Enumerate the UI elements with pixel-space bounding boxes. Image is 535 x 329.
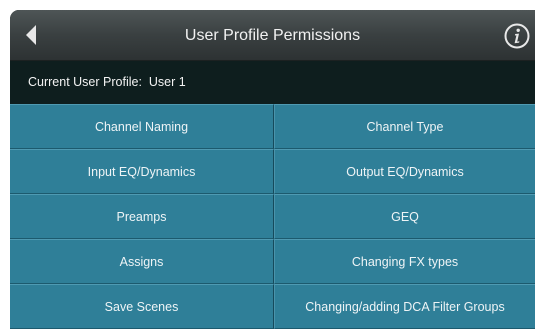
permission-geq-button[interactable]: GEQ bbox=[274, 194, 535, 239]
permissions-grid: Channel Naming Channel Type Input EQ/Dyn… bbox=[10, 104, 535, 329]
permission-save-scenes-button[interactable]: Save Scenes bbox=[10, 284, 274, 329]
permissions-panel: User Profile Permissions Current User Pr… bbox=[10, 10, 535, 329]
page-title: User Profile Permissions bbox=[184, 27, 361, 44]
permission-channel-naming-button[interactable]: Channel Naming bbox=[10, 104, 274, 149]
current-profile-label: Current User Profile: User 1 bbox=[28, 75, 186, 89]
header-bar: User Profile Permissions bbox=[10, 10, 535, 61]
current-profile-bar: Current User Profile: User 1 bbox=[10, 61, 535, 105]
permission-dca-filter-groups-button[interactable]: Changing/adding DCA Filter Groups bbox=[274, 284, 535, 329]
back-arrow-icon[interactable] bbox=[18, 20, 48, 50]
permission-changing-fx-types-button[interactable]: Changing FX types bbox=[274, 239, 535, 284]
permission-output-eq-dynamics-button[interactable]: Output EQ/Dynamics bbox=[274, 149, 535, 194]
info-icon[interactable] bbox=[504, 23, 530, 49]
permission-channel-type-button[interactable]: Channel Type bbox=[274, 104, 535, 149]
permission-assigns-button[interactable]: Assigns bbox=[10, 239, 274, 284]
permission-preamps-button[interactable]: Preamps bbox=[10, 194, 274, 239]
permission-input-eq-dynamics-button[interactable]: Input EQ/Dynamics bbox=[10, 149, 274, 194]
